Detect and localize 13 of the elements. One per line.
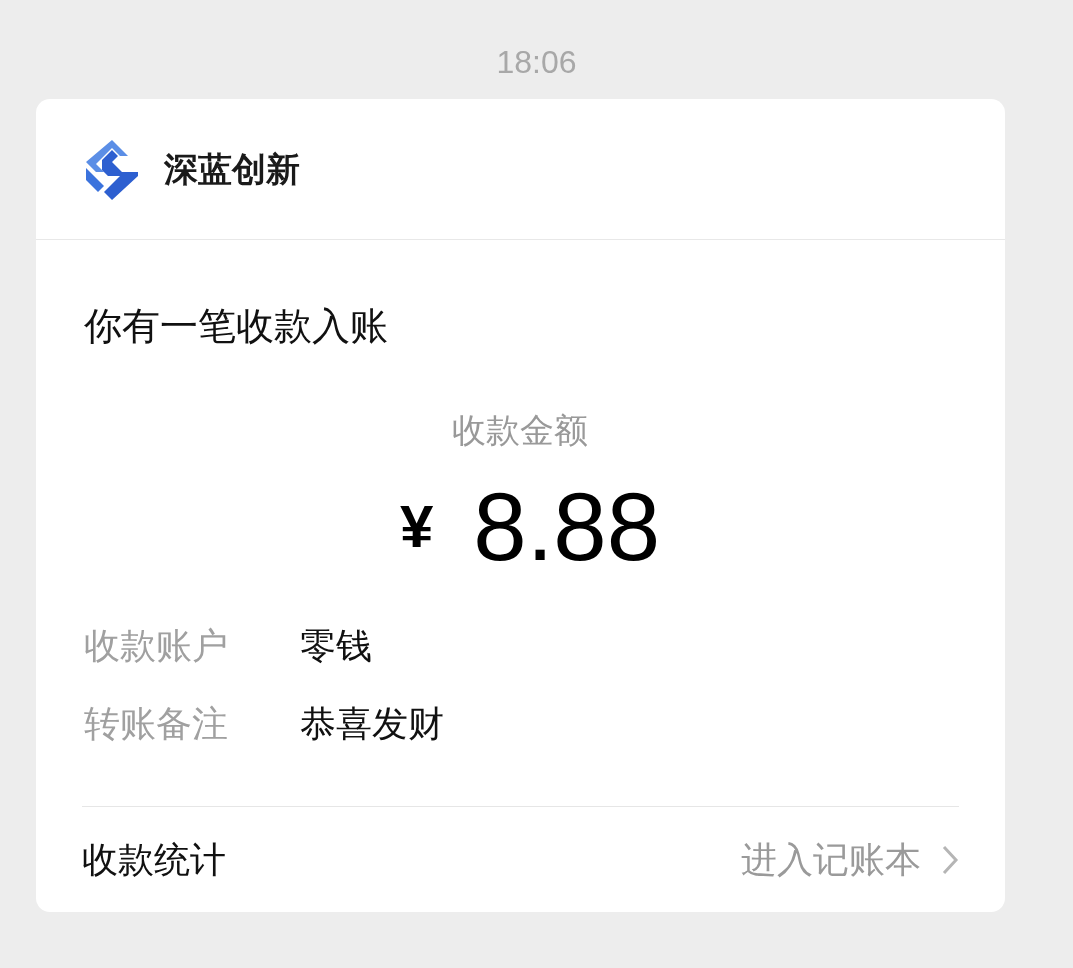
- detail-label: 转账备注: [83, 702, 229, 746]
- sender-name: 深蓝创新: [163, 148, 300, 190]
- detail-label: 收款账户: [83, 624, 229, 668]
- notice-title: 你有一笔收款入账: [82, 304, 389, 349]
- amount-label: 收款金额: [451, 410, 589, 451]
- message-time: 18:06: [496, 43, 577, 82]
- chevron-right-icon: [940, 843, 959, 876]
- detail-value: 零钱: [299, 624, 372, 668]
- detail-value: 恭喜发财: [299, 702, 444, 746]
- statistics-label: 收款统计: [81, 837, 226, 882]
- payment-card[interactable]: 深蓝创新 你有一笔收款入账 收款金额 ¥ 8.88 收款账户 零钱 转账备注 恭喜发财 收款统计 进入记账本: [35, 99, 1005, 912]
- amount-value: 8.88: [473, 472, 661, 582]
- currency-symbol: ¥: [399, 492, 434, 562]
